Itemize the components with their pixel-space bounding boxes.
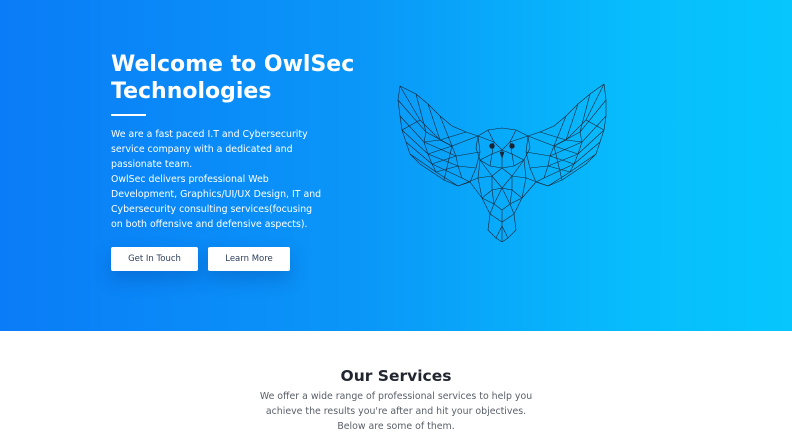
hero-title: Welcome to OwlSec Technologies [111,52,355,104]
learn-more-button[interactable]: Learn More [208,247,290,271]
hero-section: Welcome to OwlSec Technologies We are a … [0,0,792,331]
services-title: Our Services [340,367,452,385]
hero-divider [111,114,146,116]
hero-services-text: OwlSec delivers professional Web Develop… [111,174,322,230]
get-in-touch-button[interactable]: Get In Touch [111,247,198,271]
services-description: We offer a wide range of professional se… [259,391,533,432]
hero-intro-text: We are a fast paced I.T and Cybersecurit… [111,129,308,170]
owl-line-art-icon [397,83,607,242]
